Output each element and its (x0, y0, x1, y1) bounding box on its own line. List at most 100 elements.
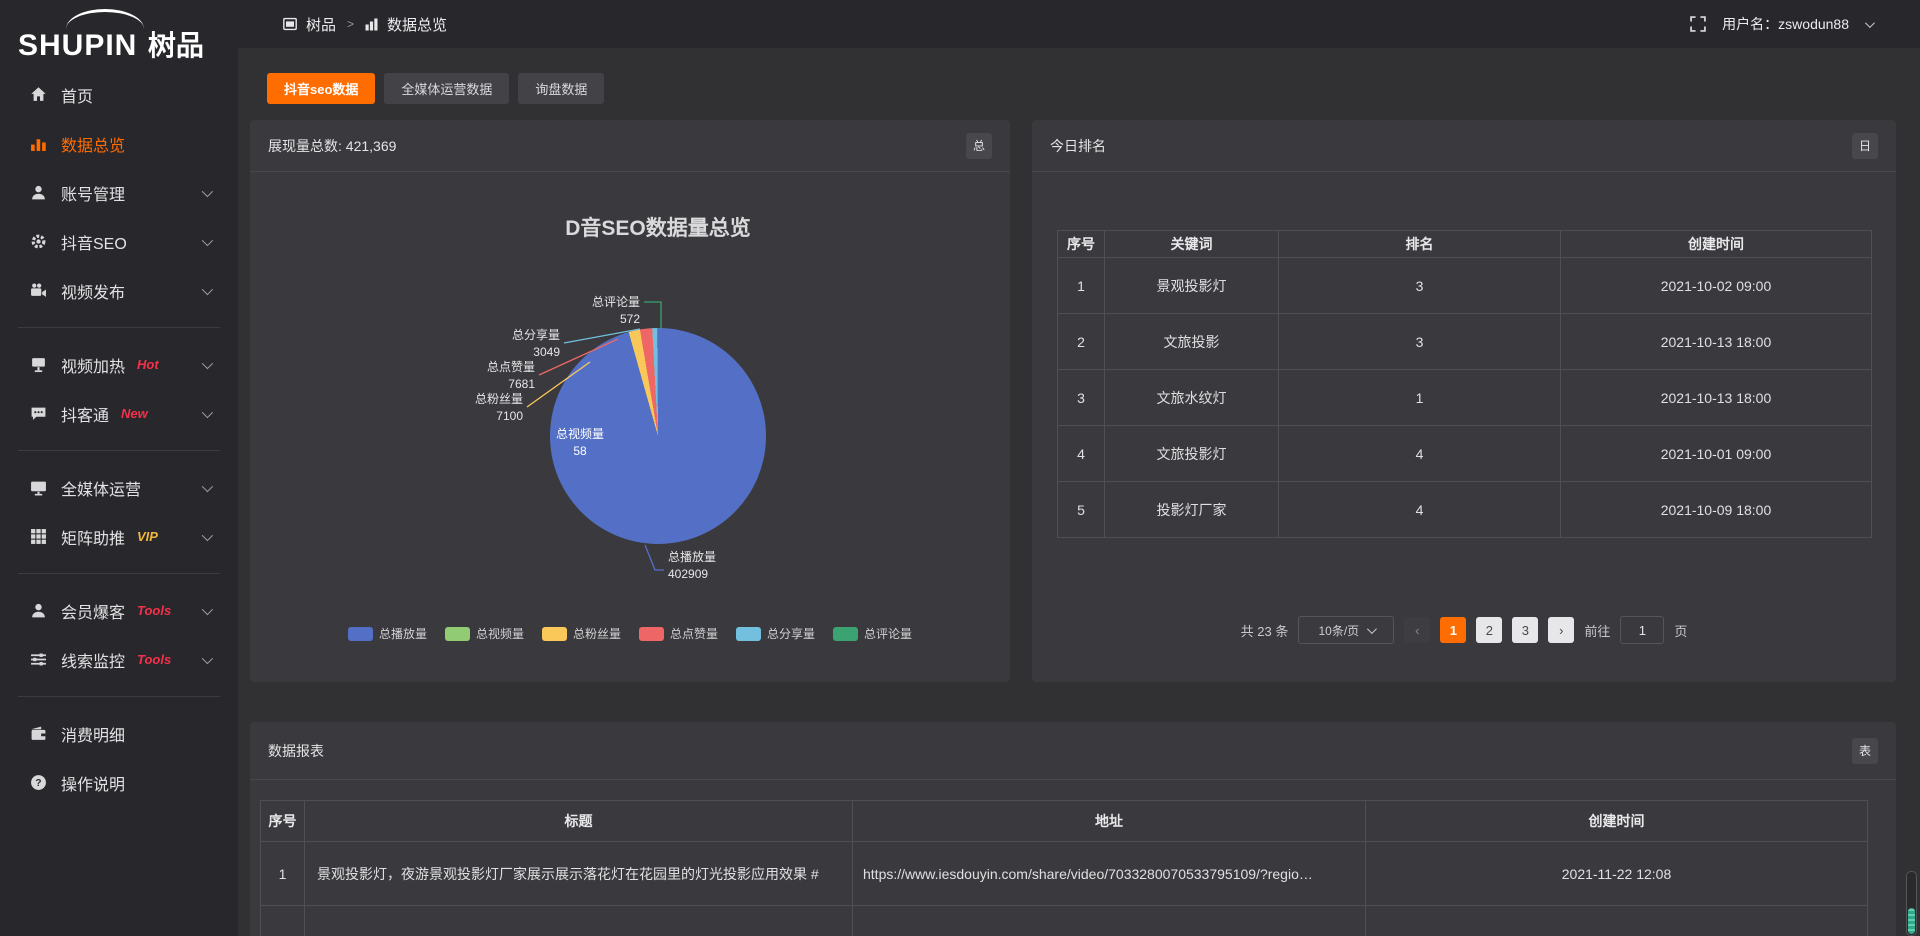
table-row: 4 文旅投影灯 4 2021-10-01 09:00 (1058, 426, 1872, 482)
table-row: 2 文旅投影 3 2021-10-13 18:00 (1058, 314, 1872, 370)
seo-chart-panel: 展现量总数: 421,369 总 D音SEO数据量总览 总评论量 572 总分享… (250, 120, 1010, 682)
legend-swatch (833, 627, 858, 641)
col-created: 创建时间 (1561, 231, 1872, 258)
ranking-table: 序号 关键词 排名 创建时间 1 景观投影灯 3 2021-10-02 09:0… (1057, 230, 1872, 538)
sidebar-item-label: 矩阵助推 (61, 525, 125, 549)
logo-text-en: SHUPIN (18, 29, 137, 62)
sidebar-item-spend-detail[interactable]: 消费明细 (0, 709, 238, 758)
next-page-button[interactable]: › (1548, 617, 1574, 643)
breadcrumb: 树品 > 数据总览 (283, 14, 447, 35)
table-header-row: 序号 标题 地址 创建时间 (261, 801, 1868, 842)
wallet-icon (30, 725, 47, 742)
video-title-cell: 景观投影灯，夜游景观投影灯厂家展示展示落花灯在花园里的灯光投影应用效果 # (305, 842, 853, 906)
report-title: 数据报表 (268, 741, 324, 761)
legend-swatch (348, 627, 373, 641)
pie-label-comments: 总评论量 572 (550, 294, 640, 328)
table-row: 5 投影灯厂家 4 2021-10-09 18:00 (1058, 482, 1872, 538)
video-url-link[interactable]: https://www.iesdouyin.com/share/video/70… (853, 842, 1366, 906)
sidebar-item-help[interactable]: ? 操作说明 (0, 758, 238, 807)
sliders-icon (30, 651, 47, 668)
page-button-1[interactable]: 1 (1440, 617, 1466, 643)
col-no: 序号 (1058, 231, 1105, 258)
user-icon (30, 184, 47, 201)
tools-badge: Tools (137, 603, 171, 618)
sidebar-item-omni-media[interactable]: 全媒体运营 (0, 463, 238, 512)
chevron-down-icon (202, 480, 213, 491)
video-camera-icon (30, 282, 47, 299)
data-source-tabs: 抖音seo数据 全媒体运营数据 询盘数据 (267, 73, 604, 104)
legend-item[interactable]: 总播放量 (348, 625, 427, 642)
sidebar-divider (18, 450, 220, 451)
main-content: 抖音seo数据 全媒体运营数据 询盘数据 展现量总数: 421,369 总 D音… (238, 48, 1920, 936)
sidebar-item-label: 会员爆客 (61, 599, 125, 623)
logo-arc-decoration (66, 9, 144, 29)
sidebar-item-home[interactable]: 首页 (0, 70, 238, 119)
brand-logo[interactable]: SHUPIN 树品 (0, 0, 238, 70)
sidebar-item-member-burst[interactable]: 会员爆客 Tools (0, 586, 238, 635)
sidebar-item-douyin-seo[interactable]: 抖音SEO (0, 217, 238, 266)
table-row: 1 景观投影灯，夜游景观投影灯厂家展示展示落花灯在花园里的灯光投影应用效果 # … (261, 842, 1868, 906)
data-report-panel: 数据报表 表 序号 标题 地址 创建时间 1 景观投影灯，夜游景观投影灯厂 (250, 722, 1896, 936)
tab-inquiry-data[interactable]: 询盘数据 (518, 73, 604, 104)
scrollbar-thumb[interactable] (1908, 908, 1915, 934)
impressions-total: 展现量总数: 421,369 (268, 136, 396, 156)
legend-swatch (639, 627, 664, 641)
sidebar-item-label: 全媒体运营 (61, 476, 141, 500)
chevron-down-icon (202, 234, 213, 245)
pie-label-shares: 总分享量 3049 (478, 327, 560, 361)
chevron-down-icon[interactable] (1865, 18, 1875, 28)
tab-omni-media-data[interactable]: 全媒体运营数据 (384, 73, 509, 104)
app-window-icon (283, 17, 297, 31)
goto-page-input[interactable] (1620, 616, 1664, 644)
sidebar-divider (18, 696, 220, 697)
legend-item[interactable]: 总粉丝量 (542, 625, 621, 642)
page-button-2[interactable]: 2 (1476, 617, 1502, 643)
total-view-button[interactable]: 总 (966, 133, 992, 159)
today-ranking-panel: 今日排名 日 序号 关键词 排名 创建时间 1 景观投影灯 (1032, 120, 1896, 682)
total-count: 共 23 条 (1241, 621, 1289, 640)
page-button-3[interactable]: 3 (1512, 617, 1538, 643)
legend-item[interactable]: 总视频量 (445, 625, 524, 642)
app-window: SHUPIN 树品 首页 数据总览 账号管理 抖音SEO 视频发布 (0, 0, 1920, 936)
chart-legend: 总播放量 总视频量 总粉丝量 总点赞量 总分享量 总评论量 (250, 625, 1010, 642)
gear-icon (30, 233, 47, 250)
legend-swatch (542, 627, 567, 641)
chevron-down-icon (202, 529, 213, 540)
pie-label-fans: 总粉丝量 7100 (438, 391, 523, 425)
sidebar-item-data-overview[interactable]: 数据总览 (0, 119, 238, 168)
sidebar-item-video-publish[interactable]: 视频发布 (0, 266, 238, 315)
legend-item[interactable]: 总点赞量 (639, 625, 718, 642)
legend-item[interactable]: 总评论量 (833, 625, 912, 642)
table-view-button[interactable]: 表 (1852, 738, 1878, 764)
table-header-row: 序号 关键词 排名 创建时间 (1058, 231, 1872, 258)
col-url: 地址 (853, 801, 1366, 842)
fullscreen-icon[interactable] (1690, 16, 1706, 32)
sidebar-item-account[interactable]: 账号管理 (0, 168, 238, 217)
breadcrumb-root[interactable]: 树品 (306, 14, 336, 35)
sidebar-item-video-heat[interactable]: 视频加热 Hot (0, 340, 238, 389)
tab-douyin-seo-data[interactable]: 抖音seo数据 (267, 73, 375, 104)
legend-item[interactable]: 总分享量 (736, 625, 815, 642)
sidebar-item-doukerton[interactable]: 抖客通 New (0, 389, 238, 438)
col-keyword: 关键词 (1105, 231, 1279, 258)
mini-bar-chart-icon (365, 18, 378, 31)
report-table: 序号 标题 地址 创建时间 1 景观投影灯，夜游景观投影灯厂家展示展示落花灯在花… (260, 800, 1868, 936)
breadcrumb-current[interactable]: 数据总览 (387, 14, 447, 35)
table-row: 3 文旅水纹灯 1 2021-10-13 18:00 (1058, 370, 1872, 426)
home-icon (30, 86, 47, 103)
sidebar-item-matrix-boost[interactable]: 矩阵助推 VIP (0, 512, 238, 561)
page-size-select[interactable]: 10条/页 (1298, 616, 1394, 644)
vertical-scrollbar (1906, 871, 1917, 936)
col-no: 序号 (261, 801, 305, 842)
sidebar-item-label: 线索监控 (61, 648, 125, 672)
prev-page-button[interactable]: ‹ (1404, 617, 1430, 643)
screen-push-icon (30, 356, 47, 373)
chevron-down-icon (202, 185, 213, 196)
goto-label: 前往 (1584, 621, 1610, 640)
table-row: 1 景观投影灯 3 2021-10-02 09:00 (1058, 258, 1872, 314)
username-menu[interactable]: 用户名：zswodun88 (1722, 14, 1849, 34)
chevron-down-icon (202, 406, 213, 417)
sidebar-item-lead-monitor[interactable]: 线索监控 Tools (0, 635, 238, 684)
day-view-button[interactable]: 日 (1852, 133, 1878, 159)
table-row-partial (261, 906, 1868, 936)
